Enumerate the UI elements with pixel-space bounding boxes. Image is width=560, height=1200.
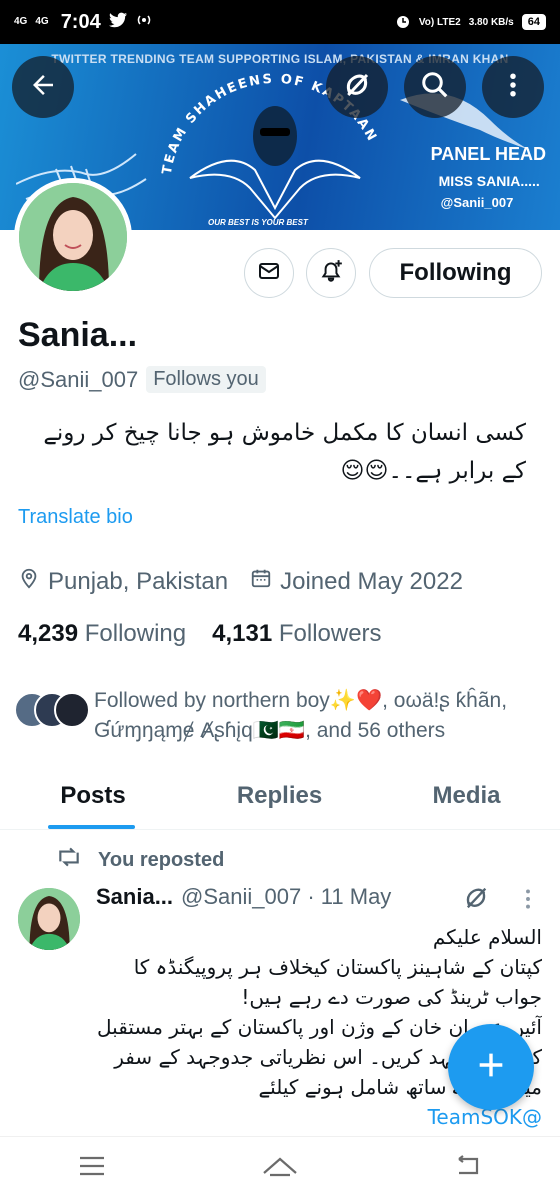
- recent-apps-button[interactable]: [77, 1154, 107, 1183]
- arrow-left-icon: [28, 70, 58, 105]
- calendar-icon: [250, 567, 272, 596]
- tab-posts-label: Posts: [60, 782, 126, 809]
- network-speed: 3.80 KB/s: [468, 16, 514, 28]
- post-avatar[interactable]: [18, 888, 80, 950]
- more-options-button[interactable]: [482, 56, 544, 118]
- profile-name: Sania...: [18, 316, 138, 354]
- tab-posts[interactable]: Posts: [0, 764, 186, 829]
- profile-location: Punjab, Pakistan: [48, 567, 229, 595]
- followers-label: Followers: [278, 620, 382, 647]
- tab-replies[interactable]: Replies: [186, 764, 373, 829]
- message-button[interactable]: [244, 248, 294, 298]
- follower-avatar: [54, 692, 90, 728]
- banner-panel-title: PANEL HEAD: [430, 144, 546, 164]
- profile-bio: کسی انسان کا مکمل خاموش ہو جانا چیخ کر ر…: [43, 420, 526, 484]
- compose-button[interactable]: [448, 1024, 534, 1110]
- alarm-icon: [395, 13, 411, 32]
- location-pin-icon: [18, 566, 40, 597]
- envelope-icon: [257, 259, 281, 288]
- repost-icon: [56, 846, 82, 874]
- back-nav-button[interactable]: [453, 1153, 483, 1184]
- post-handle-time: @Sanii_007 · 11 May: [181, 884, 392, 909]
- following-count: 4,239: [18, 620, 79, 647]
- tab-replies-label: Replies: [236, 782, 323, 809]
- post-line: السلام علیکم: [432, 925, 542, 949]
- network-indicator-2: 4G: [35, 16, 49, 27]
- system-nav-bar: [0, 1136, 560, 1200]
- volte-indicator: Vo) LTE2: [418, 16, 461, 28]
- tab-media-label: Media: [432, 782, 501, 809]
- post-author-name[interactable]: Sania...: [96, 884, 173, 910]
- back-button[interactable]: [12, 56, 74, 118]
- repost-indicator: You reposted: [56, 846, 224, 874]
- bell-plus-icon: [318, 258, 344, 289]
- grok-icon: [342, 70, 372, 105]
- hotspot-icon: [135, 12, 153, 33]
- battery-indicator: 64: [521, 14, 546, 30]
- home-button[interactable]: [260, 1153, 300, 1184]
- followers-count: 4,131: [212, 620, 273, 647]
- following-label: Following: [84, 620, 187, 647]
- follows-you-badge: Follows you: [146, 366, 266, 393]
- grok-icon: [462, 887, 490, 916]
- profile-handle: @Sanii_007: [18, 366, 139, 392]
- plus-icon: [474, 1048, 508, 1087]
- banner-panel-name: MISS SANIA.....: [438, 173, 540, 189]
- banner-motto: OUR BEST IS YOUR BEST: [208, 218, 308, 227]
- more-vertical-icon: [498, 70, 528, 105]
- followed-by-row[interactable]: Followed by northern boy✨❤️, oωä!ʂ ƙĥãn,…: [14, 686, 554, 746]
- notifications-button[interactable]: [306, 248, 356, 298]
- profile-avatar[interactable]: [14, 178, 132, 296]
- twitter-bird-icon: [108, 12, 127, 33]
- clock: 7:04: [60, 10, 101, 33]
- search-icon: [420, 70, 450, 105]
- following-button[interactable]: Following: [369, 248, 542, 298]
- translate-bio-link[interactable]: Translate bio: [18, 506, 133, 529]
- post-line: کپتان کے شاہینز پاکستان کیخلاف ہر پروپیگ…: [133, 955, 542, 1009]
- repost-label: You reposted: [98, 848, 225, 871]
- grok-button[interactable]: [326, 56, 388, 118]
- followed-by-text: Followed by northern boy✨❤️, oωä!ʂ ƙĥãn,…: [94, 689, 508, 742]
- active-tab-indicator: [48, 825, 135, 829]
- followers-count-link[interactable]: 4,131 Followers: [212, 620, 381, 648]
- banner-panel-handle: @Sanii_007: [440, 195, 514, 210]
- post-more-button[interactable]: [518, 886, 538, 917]
- profile-joined-date: Joined May 2022: [280, 567, 463, 595]
- more-vertical-icon: [518, 889, 538, 916]
- search-button[interactable]: [404, 56, 466, 118]
- network-indicator: 4G: [14, 16, 28, 27]
- following-count-link[interactable]: 4,239 Following: [18, 620, 186, 648]
- post-grok-button[interactable]: [462, 884, 490, 917]
- profile-tabs: Posts Replies Media: [0, 764, 560, 830]
- status-bar: 4G 4G 7:04 Vo) LTE2 3.80 KB/s 64: [0, 0, 560, 44]
- tab-media[interactable]: Media: [373, 764, 560, 829]
